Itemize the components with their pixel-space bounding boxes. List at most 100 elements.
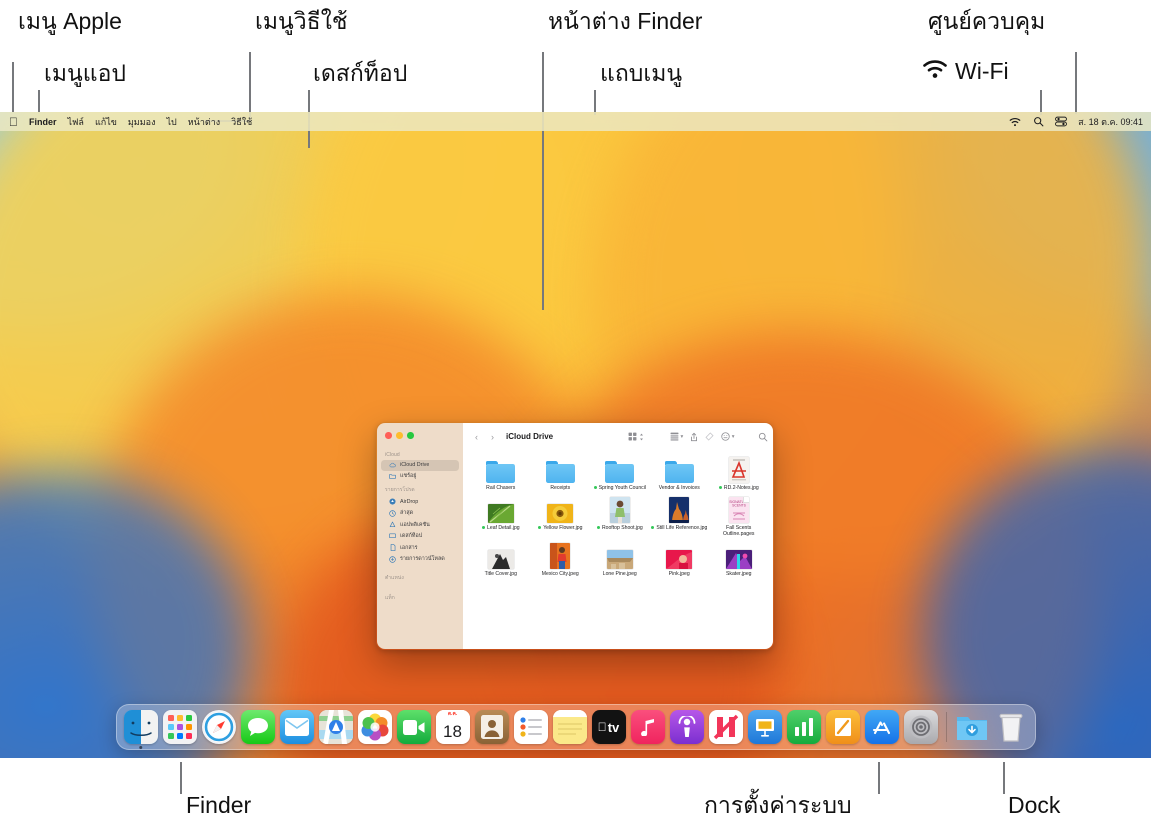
sidebar-item-documents[interactable]: เอกสาร	[381, 542, 459, 554]
back-button[interactable]: ‹	[472, 432, 481, 442]
wifi-icon[interactable]	[1009, 116, 1021, 128]
dock-item-keynote[interactable]	[747, 710, 782, 744]
callout-menu-bar: แถบเมนู	[600, 60, 683, 86]
forward-button[interactable]: ›	[488, 432, 497, 442]
sidebar-item-recents[interactable]: ล่าสุด	[381, 507, 459, 519]
dock-item-music[interactable]	[630, 710, 665, 744]
folder-icon	[605, 453, 635, 483]
dock-item-messages[interactable]	[240, 710, 275, 744]
dock-item-launchpad[interactable]	[162, 710, 197, 744]
sidebar-item-downloads[interactable]: รายการดาวน์โหลด	[381, 554, 459, 566]
menu-item-finder[interactable]: Finder	[29, 117, 57, 127]
dock-item-system-settings[interactable]	[903, 710, 938, 744]
file-item[interactable]: Rooftop Shoot.jpg	[590, 493, 650, 538]
dock-item-pages[interactable]	[825, 710, 860, 744]
menu-bar:  Finder ไฟล์ แก้ไข มุมมอง ไป หน้าต่าง ว…	[0, 112, 1151, 131]
sidebar-item-shared[interactable]: แชร์อยู่	[381, 471, 459, 483]
file-item[interactable]: Vendor & Invoices	[650, 453, 710, 492]
dock-item-news[interactable]	[708, 710, 743, 744]
sidebar-section-tags: แท็ก	[385, 594, 395, 601]
finder-icon	[123, 710, 158, 744]
file-item[interactable]: Still Life Reference.jpg	[650, 493, 710, 538]
dock-item-photos[interactable]	[357, 710, 392, 744]
dock-item-safari[interactable]	[201, 710, 236, 744]
dock-item-numbers[interactable]	[786, 710, 821, 744]
dock-item-app-store[interactable]	[864, 710, 899, 744]
finder-window[interactable]: iCloud iCloud Drive แชร์อยู่ รายการโปรด …	[376, 422, 774, 650]
icloud-status-dot	[718, 486, 722, 490]
dock[interactable]: ต.ค. 18 tv	[115, 704, 1036, 750]
file-label: RD.2-Notes.jpg	[718, 485, 760, 492]
dock-item-notes[interactable]	[552, 710, 587, 744]
sidebar-item-label: แอปพลิเคชัน	[400, 521, 430, 528]
file-item[interactable]: Spring Youth Council	[590, 453, 650, 492]
sidebar-item-applications[interactable]: แอปพลิเคชัน	[381, 519, 459, 531]
callout-dock: Dock	[1008, 792, 1061, 818]
callout-wifi-label: Wi-Fi	[955, 58, 1009, 84]
dock-item-maps[interactable]	[318, 710, 353, 744]
menu-item-go[interactable]: ไป	[166, 115, 176, 129]
dock-item-contacts[interactable]	[474, 710, 509, 744]
dock-item-facetime[interactable]	[396, 710, 431, 744]
file-label: Pink.jpeg	[668, 570, 690, 577]
group-by-icon[interactable]: ▾	[670, 432, 683, 441]
menu-item-help[interactable]: วิธีใช้	[231, 115, 252, 129]
file-item[interactable]: Mexico City.jpeg	[531, 539, 591, 578]
menu-item-view[interactable]: มุมมอง	[128, 115, 156, 129]
music-icon	[630, 710, 665, 744]
finder-content-area: ‹ › iCloud Drive ▾ ▾ Rail Chasers Receip…	[463, 423, 773, 649]
file-grid-row: Title Cover.jpg Mexico City.jpeg Lone Pi…	[471, 539, 769, 578]
search-icon[interactable]	[758, 432, 768, 442]
dock-item-mail[interactable]	[279, 710, 314, 744]
apple-menu-icon[interactable]: 	[9, 116, 18, 128]
file-label: Mexico City.jpeg	[541, 570, 579, 577]
menu-bar-clock[interactable]: ส. 18 ต.ค. 09:41	[1078, 115, 1143, 129]
file-item[interactable]: Lone Pine.jpeg	[590, 539, 650, 578]
menu-item-file[interactable]: ไฟล์	[68, 115, 84, 129]
photo-thumbnail	[605, 493, 635, 523]
sidebar-section-favorites: รายการโปรด	[385, 487, 415, 494]
file-item[interactable]: SIGNATURE SCENTS Fall Scents Outline.page…	[709, 493, 769, 538]
zoom-button[interactable]	[407, 432, 414, 439]
leader-app-menu	[38, 90, 40, 112]
sidebar-item-desktop[interactable]: เดสก์ท็อป	[381, 530, 459, 542]
file-item[interactable]: RD.2-Notes.jpg	[709, 453, 769, 492]
dock-item-finder[interactable]	[123, 710, 158, 749]
file-item[interactable]: Rail Chasers	[471, 453, 531, 492]
search-icon[interactable]	[1032, 116, 1044, 128]
file-item[interactable]: Title Cover.jpg	[471, 539, 531, 578]
finder-sidebar: iCloud iCloud Drive แชร์อยู่ รายการโปรด …	[377, 423, 463, 649]
file-item[interactable]: Pink.jpeg	[650, 539, 710, 578]
file-item[interactable]: Skater.jpeg	[709, 539, 769, 578]
dock-item-podcasts[interactable]	[669, 710, 704, 744]
file-item[interactable]: Yellow Flower.jpg	[531, 493, 591, 538]
chevron-down-icon: ▾	[731, 433, 735, 440]
desktop-screen:  Finder ไฟล์ แก้ไข มุมมอง ไป หน้าต่าง ว…	[0, 112, 1151, 758]
news-icon	[708, 710, 743, 744]
file-grid-row: Leaf Detail.jpg Yellow Flower.jpg Roofto…	[471, 493, 769, 538]
messages-icon	[240, 710, 275, 744]
share-icon[interactable]	[690, 432, 698, 442]
dock-item-apple-tv[interactable]: tv	[591, 710, 626, 744]
dock-item-downloads-folder[interactable]	[955, 710, 989, 744]
sidebar-item-airdrop[interactable]: AirDrop	[381, 497, 459, 508]
action-menu-icon[interactable]: ▾	[721, 432, 735, 441]
menu-item-edit[interactable]: แก้ไข	[95, 115, 117, 129]
downloads-folder-icon	[955, 710, 989, 744]
leader-finder-dock	[180, 762, 182, 794]
sidebar-item-icloud-drive[interactable]: iCloud Drive	[381, 460, 459, 471]
dock-item-trash[interactable]	[994, 710, 1028, 744]
menu-item-window[interactable]: หน้าต่าง	[188, 115, 220, 129]
file-item[interactable]: Receipts	[531, 453, 591, 492]
minimize-button[interactable]	[396, 432, 403, 439]
icloud-status-dot	[481, 525, 486, 529]
chevron-down-icon: ▾	[680, 433, 684, 440]
close-button[interactable]	[385, 432, 392, 439]
file-item[interactable]: Leaf Detail.jpg	[471, 493, 531, 538]
view-grid-icon[interactable]	[628, 432, 644, 441]
tag-icon[interactable]	[705, 432, 714, 441]
dock-item-reminders[interactable]	[513, 710, 548, 744]
control-center-icon[interactable]	[1055, 116, 1068, 128]
dock-item-calendar[interactable]: ต.ค. 18	[435, 710, 470, 744]
system-settings-icon	[903, 710, 938, 744]
